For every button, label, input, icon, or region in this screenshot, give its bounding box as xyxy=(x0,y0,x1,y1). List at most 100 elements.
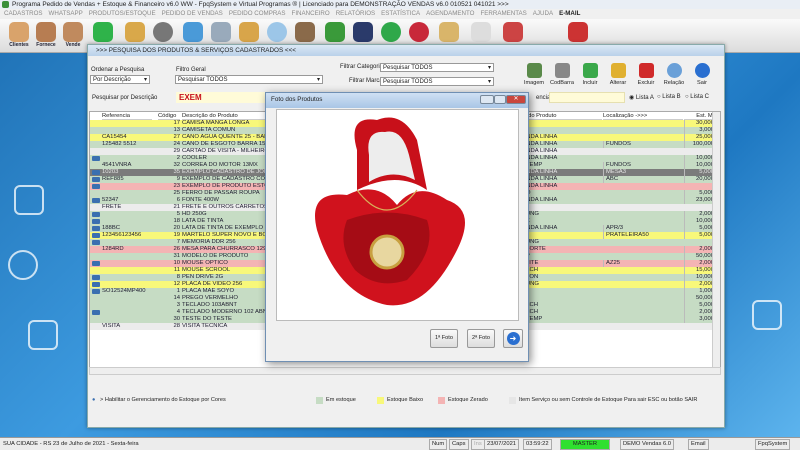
app-icon xyxy=(2,1,9,8)
boxes-icon xyxy=(125,22,145,42)
cell-est-min: 2,000 xyxy=(684,309,714,316)
menu-item[interactable]: PRODUTOS/ESTOQUE xyxy=(89,10,156,17)
desktop-user-icon xyxy=(14,185,44,215)
radio-lista-b[interactable]: ○ Lista B xyxy=(657,94,681,100)
cell-ref: FRETE xyxy=(102,204,122,210)
action-label: Alterar xyxy=(609,80,627,86)
filtro-geral-select[interactable]: Pesquisar TODOS xyxy=(175,75,323,84)
cell-code: 28 xyxy=(173,323,180,329)
cell-code: 35 xyxy=(173,169,180,175)
folder-icon xyxy=(239,22,259,42)
cell-code: 26 xyxy=(173,246,180,252)
horizontal-scrollbar[interactable] xyxy=(89,367,721,375)
col-codigo[interactable]: Código xyxy=(158,112,180,120)
cell-category: UNDA LINHA xyxy=(522,169,558,175)
cell-category: TECH xyxy=(522,309,539,315)
ordenar-select[interactable]: Por Descrição xyxy=(90,75,150,84)
marca-label: Filtrar Marca xyxy=(349,78,383,84)
cell-category: UNDA LINHA xyxy=(522,141,558,147)
foto2-button[interactable]: 2ª Foto xyxy=(467,329,495,348)
cell-category: SUNG xyxy=(522,281,540,287)
cell-code: 13 xyxy=(173,127,180,133)
toggle-colors-label[interactable]: > Habilitar o Gerenciamento do Estoque p… xyxy=(100,393,226,407)
status-ins: Ins xyxy=(471,439,485,450)
cell-est-min: 5,000 xyxy=(684,169,714,176)
toggle-icon[interactable]: ● xyxy=(92,393,95,407)
cell-ref: SO12524MP400 xyxy=(102,288,146,294)
incluir-button[interactable]: Incluir xyxy=(577,63,603,86)
menu-item[interactable]: WHATSAPP xyxy=(49,10,83,17)
cell-code: 10 xyxy=(173,260,180,266)
cell-ref: 4541VNRA xyxy=(102,162,132,168)
minimize-button[interactable] xyxy=(480,95,494,104)
search-doc-icon xyxy=(211,22,231,42)
radio-lista-a[interactable]: ◉ Lista A xyxy=(629,94,654,101)
cell-category: HD xyxy=(522,190,602,197)
menu-item[interactable]: RELATÓRIOS xyxy=(336,10,375,17)
cell-est-min: 30,000 xyxy=(684,120,714,127)
search-input[interactable]: EXEM xyxy=(176,92,276,103)
support-icon xyxy=(503,22,523,42)
status-num: Num xyxy=(429,439,448,450)
status-time: 03:59:22 xyxy=(523,439,552,450)
menu-item[interactable]: AGENDAMENTO xyxy=(426,10,474,17)
cell-est-min: 2,000 xyxy=(684,281,714,288)
alterar-button[interactable]: Alterar xyxy=(605,63,631,86)
marca-select[interactable]: Pesquisar TODOS xyxy=(380,77,494,86)
cell-category: SUNG xyxy=(522,211,540,217)
relao-button[interactable]: Relação xyxy=(661,63,687,86)
clientes-button[interactable]: Clientes xyxy=(6,22,32,48)
bank-icon xyxy=(353,22,373,42)
cell-est-min: 10,000 xyxy=(684,274,714,281)
col-categoria[interactable]: ia do Produto xyxy=(522,112,602,120)
menu-item-email[interactable]: E-MAIL xyxy=(559,10,580,17)
cell-est-min: 10,000 xyxy=(684,218,714,225)
col-referencia[interactable]: Referencia xyxy=(102,112,152,120)
cell-code: 7 xyxy=(176,239,180,245)
cell-est-min: 2,000 xyxy=(684,211,714,218)
ordenar-label: Ordenar a Pesquisa xyxy=(91,67,145,73)
fornece-button[interactable]: Fornece xyxy=(33,22,59,48)
dialog-next-button[interactable]: ➜ xyxy=(503,329,523,348)
cell-location: FUNDOS xyxy=(603,141,683,148)
action-label: Sair xyxy=(697,80,707,86)
product-photo xyxy=(276,109,519,321)
sair-button[interactable]: Sair xyxy=(689,63,715,86)
codbarra-button[interactable]: CodBarra xyxy=(549,63,575,86)
photo-dialog: Foto dos Produtos ✕ 1ª Foto 2ª Foto ➜ xyxy=(265,92,529,362)
close-button[interactable]: ✕ xyxy=(506,95,526,104)
vertical-scrollbar[interactable] xyxy=(712,112,720,370)
col-est-min[interactable]: Est. Mi xyxy=(684,112,714,120)
referencia-input[interactable] xyxy=(549,92,625,103)
cell-code: 32 xyxy=(173,162,180,168)
categoria-select[interactable]: Pesquisar TODOS xyxy=(380,63,494,72)
excluir-button[interactable]: Excluir xyxy=(633,63,659,86)
maximize-button[interactable] xyxy=(494,95,506,104)
foto1-button[interactable]: 1ª Foto xyxy=(430,329,458,348)
status-date: 23/07/2021 xyxy=(484,439,520,450)
cell-est-min: 25,000 xyxy=(684,134,714,141)
photo-icon xyxy=(92,233,100,238)
menu-item[interactable]: PEDIDO COMPRAS xyxy=(229,10,286,17)
menu-item[interactable]: CADASTROS xyxy=(4,10,43,17)
excluir-icon xyxy=(638,63,654,78)
status-city-date: SUA CIDADE - RS 23 de Julho de 2021 - Se… xyxy=(3,441,139,447)
menu-item[interactable]: ESTATÍSTICA xyxy=(381,10,420,17)
photo-icon xyxy=(92,275,100,280)
menu-item[interactable]: FERRAMENTAS xyxy=(481,10,527,17)
cell-category: UNDA LINHA xyxy=(522,225,558,231)
vende-button[interactable]: Vende xyxy=(60,22,86,48)
jewelry-box-image xyxy=(315,117,465,306)
cell-est-min: 2,000 xyxy=(684,260,714,267)
dollar-green-icon xyxy=(381,22,401,42)
menu-item[interactable]: FINANCEIRO xyxy=(292,10,330,17)
status-email[interactable]: Email xyxy=(688,439,709,450)
menu-item[interactable]: AJUDA xyxy=(533,10,553,17)
status-user: MASTER xyxy=(560,439,610,450)
radio-lista-c[interactable]: ○ Lista C xyxy=(685,94,709,100)
cell-code: 24 xyxy=(173,141,180,147)
menu-item[interactable]: PEDIDO DE VENDAS xyxy=(162,10,223,17)
imagem-button[interactable]: Imagem xyxy=(521,63,547,86)
col-localizacao[interactable]: Localização ->>> xyxy=(603,112,683,120)
lista-a-label: Lista A xyxy=(635,95,654,101)
